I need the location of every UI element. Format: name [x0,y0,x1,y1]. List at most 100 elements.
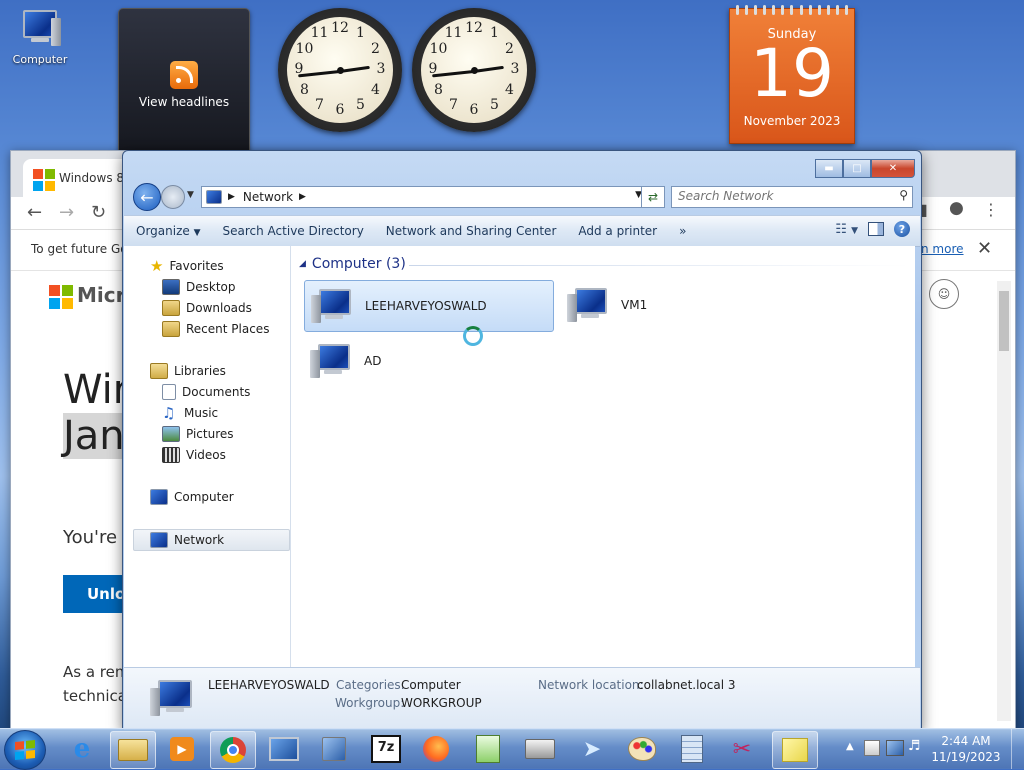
close-button[interactable]: ✕ [871,159,915,178]
content-pane: ◢ Computer (3) LEEHARVEYOSWALD VM1 AD [291,246,915,667]
nav-network[interactable]: Network [133,529,290,551]
collapse-arrow-icon[interactable]: ◢ [299,259,306,269]
explorer-window[interactable]: ▬ □ ✕ ← ▼ ▶ Network ▶ ▼ ⇄ ⚲ Organize ▼ S… [122,150,922,730]
network-item-ad[interactable]: AD [304,336,504,386]
taskbar-windows-explorer[interactable] [110,731,156,769]
desktop-computer-icon[interactable]: Computer [8,8,72,66]
infobar-learn-more-link[interactable]: n more [921,242,964,256]
reload-icon[interactable]: ↻ [91,202,106,223]
microsoft-logo-icon [49,285,73,309]
item-name: VM1 [621,298,648,312]
calculator-icon [681,735,703,763]
search-icon[interactable]: ⚲ [899,188,908,202]
taskbar-network-monitor[interactable] [312,731,356,767]
chrome-icon [220,737,246,763]
breadcrumb-chevron-icon[interactable]: ▶ [299,192,306,202]
calendar-gadget[interactable]: Sunday 19 November 2023 [729,5,855,144]
network-item-vm1[interactable]: VM1 [561,280,761,330]
breadcrumb-network[interactable]: Network [243,190,293,204]
forward-button[interactable] [161,185,185,209]
preview-pane-icon[interactable] [868,222,884,236]
taskbar-sticky-notes[interactable] [772,731,818,769]
view-headlines-label: View headlines [138,95,230,109]
nav-music[interactable]: ♫ Music [162,403,218,423]
network-icon [150,532,168,548]
taskbar-paint[interactable] [620,731,664,767]
refresh-button[interactable]: ⇄ [641,186,665,208]
taskbar-chrome[interactable] [210,731,256,769]
show-hidden-icons-button[interactable]: ▲ [846,741,854,752]
taskbar-remote-desktop[interactable] [262,731,306,767]
taskbar-snipping-tool[interactable]: ✂ [720,731,764,767]
nav-downloads[interactable]: Downloads [162,298,252,318]
nav-favorites[interactable]: ★ Favorites [150,256,224,276]
group-divider [409,265,909,266]
group-header-computer[interactable]: ◢ Computer (3) [299,256,909,272]
organize-button[interactable]: Organize ▼ [136,224,201,238]
taskbar-7zip[interactable]: 7z [364,731,408,767]
account-icon[interactable]: ☺ [929,279,959,309]
clock-gadget-1[interactable]: 12 1 2 3 4 5 6 7 8 9 10 11 [278,8,402,132]
more-commands-button[interactable]: » [679,224,686,238]
clock-face: 12 1 2 3 4 5 6 7 8 9 10 11 [287,17,393,123]
recent-pages-dropdown[interactable]: ▼ [187,190,194,200]
nav-videos[interactable]: Videos [162,445,226,465]
clock-gadget-2[interactable]: 12 1 2 3 4 5 6 7 8 9 10 11 [412,8,536,132]
nav-pictures[interactable]: Pictures [162,424,234,444]
back-button[interactable]: ← [133,183,161,211]
add-printer-button[interactable]: Add a printer [578,224,657,238]
browser-scrollbar[interactable] [997,281,1011,721]
clock-numeral: 4 [371,81,380,98]
show-desktop-button[interactable] [1011,729,1024,769]
taskbar-internet-explorer[interactable]: e [60,731,104,767]
infobar-close-icon[interactable]: ✕ [977,238,992,259]
clock-numeral: 3 [510,61,520,77]
menu-kebab-icon[interactable]: ⋮ [983,200,999,219]
details-name: LEEHARVEYOSWALD [208,678,330,692]
network-sharing-center-button[interactable]: Network and Sharing Center [386,224,557,238]
back-arrow-icon[interactable]: ← [27,202,42,223]
taskbar-paper-plane-app[interactable]: ➤ [570,731,614,767]
profile-icon[interactable]: ● [949,198,964,218]
nav-libraries[interactable]: Libraries [150,361,226,381]
network-item-leeharveyoswald[interactable]: LEEHARVEYOSWALD [304,280,554,332]
page-heading-1: Wir [63,367,130,413]
taskbar-calculator[interactable] [670,731,714,767]
minimize-button[interactable]: ▬ [815,159,843,178]
notepad-plus-plus-icon [476,735,500,763]
taskbar-notepad-plus-plus[interactable] [466,731,510,767]
volume-tray-icon[interactable]: ♬ [908,738,921,754]
item-name: AD [364,354,382,368]
action-center-icon[interactable] [864,740,880,756]
help-icon[interactable]: ? [894,221,910,237]
nav-computer[interactable]: Computer [150,487,234,507]
change-view-icon[interactable]: ☷ ▼ [835,222,858,237]
clock-numeral: 2 [505,40,514,57]
fax-scanner-icon [525,739,555,759]
search-box[interactable]: ⚲ [671,186,913,208]
folder-icon [118,739,148,761]
taskbar-media-player[interactable]: ▶ [160,731,204,767]
taskbar-clock[interactable]: 2:44 AM 11/19/2023 [926,733,1006,765]
nav-desktop[interactable]: Desktop [162,277,236,297]
snipping-tool-icon: ✂ [732,736,752,762]
computer-icon [150,489,168,505]
start-button[interactable] [4,730,46,770]
taskbar-firefox[interactable] [414,731,458,767]
window-controls: ▬ □ ✕ [815,159,915,178]
address-bar[interactable]: ▶ Network ▶ ▼ [201,186,665,208]
nav-documents[interactable]: Documents [162,382,250,402]
scroll-thumb[interactable] [999,291,1009,351]
nav-recent-places[interactable]: Recent Places [162,319,269,339]
libraries-icon [150,363,168,379]
search-input[interactable] [672,187,878,205]
search-active-directory-button[interactable]: Search Active Directory [223,224,364,238]
taskbar-fax-scanner[interactable] [518,731,562,767]
network-tray-icon[interactable] [886,740,904,756]
7zip-icon: 7z [371,735,401,763]
taskbar: e ▶ 7z ➤ ✂ ▲ ♬ 2:44 AM 11/19/2023 [0,728,1024,770]
maximize-button[interactable]: □ [843,159,871,178]
headlines-gadget[interactable]: View headlines [118,8,250,158]
breadcrumb-separator-icon[interactable]: ▶ [228,192,235,202]
forward-arrow-icon[interactable]: → [59,202,74,223]
